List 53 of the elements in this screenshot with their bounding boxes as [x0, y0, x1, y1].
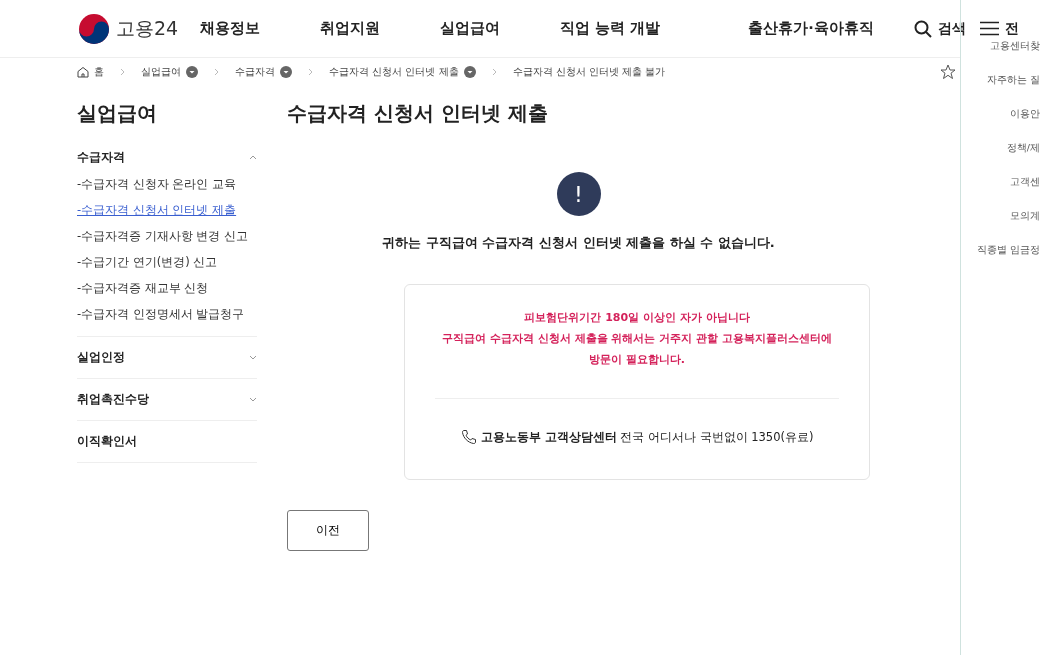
- sidebar-title: 실업급여: [77, 100, 158, 127]
- dropdown-icon[interactable]: [186, 66, 198, 78]
- phone-icon: [460, 429, 477, 445]
- sidebar-item[interactable]: -수급기간 연기(변경) 신고: [77, 255, 257, 270]
- page-title: 수급자격 신청서 인터넷 제출: [287, 100, 549, 127]
- back-button[interactable]: 이전: [287, 510, 369, 551]
- home-icon[interactable]: [77, 66, 89, 78]
- menu-button[interactable]: 전: [979, 19, 1019, 38]
- nav-link[interactable]: 직업 능력 개발: [560, 19, 661, 38]
- chevron-icon: [249, 355, 257, 360]
- quick-menu-link[interactable]: 이용안: [1010, 108, 1040, 121]
- chevron-right-icon: [120, 68, 125, 76]
- notice-text: 피보험단위기간 180일 이상인 자가 아닙니다: [523, 310, 751, 326]
- chevron-right-icon: [491, 68, 497, 76]
- breadcrumb-link[interactable]: 실업급여: [141, 65, 181, 79]
- contact-text: 고용노동부 고객상담센터 전국 어디서나 국번없이 1350(유료): [480, 429, 814, 445]
- quick-menu-link[interactable]: 정책/제: [1006, 142, 1040, 155]
- breadcrumb-link[interactable]: 홈: [94, 65, 104, 79]
- bookmark-star-icon[interactable]: [940, 64, 956, 80]
- quick-menu-link[interactable]: 직종별 임금정: [976, 244, 1040, 257]
- chevron-icon: [249, 155, 257, 160]
- nav-link[interactable]: 실업급여: [440, 19, 501, 38]
- breadcrumb-link[interactable]: 수급자격 신청서 인터넷 제출 불가: [512, 65, 666, 79]
- notice-text: 구직급여 수급자격 신청서 제출을 위해서는 거주지 관할 고용복지플러스센터에 방문이 필요합니다.: [441, 331, 833, 368]
- quick-menu-link[interactable]: 자주하는 질: [986, 74, 1040, 87]
- logo-text[interactable]: 고용24: [116, 15, 179, 42]
- quick-menu-link[interactable]: 고용센터찾: [990, 40, 1040, 53]
- logo-icon[interactable]: [78, 12, 110, 45]
- alert-icon: !: [556, 172, 601, 216]
- breadcrumb-link[interactable]: 수급자격 신청서 인터넷 제출: [329, 65, 459, 79]
- sidebar-section[interactable]: 실업인정: [77, 349, 257, 366]
- nav-link[interactable]: 취업지원: [320, 19, 381, 38]
- menu-icon: [979, 21, 999, 36]
- sidebar-item[interactable]: -수급자격증 재교부 신청: [77, 281, 257, 296]
- chevron-icon: [249, 397, 257, 402]
- breadcrumb-link[interactable]: 수급자격: [235, 65, 275, 79]
- quick-menu-link[interactable]: 고객센: [1010, 176, 1040, 189]
- dropdown-icon[interactable]: [280, 66, 292, 78]
- alert-message: 귀하는 구직급여 수급자격 신청서 인터넷 제출을 하실 수 없습니다.: [381, 234, 776, 252]
- sidebar-section[interactable]: 이직확인서: [77, 433, 257, 450]
- sidebar-item[interactable]: -수급자격 신청자 온라인 교육: [77, 177, 257, 192]
- nav-link[interactable]: 채용정보: [200, 19, 261, 38]
- search-icon: [913, 19, 932, 38]
- sidebar-item[interactable]: -수급자격 신청서 인터넷 제출: [77, 203, 257, 218]
- sidebar-item[interactable]: -수급자격 인정명세서 발급청구: [77, 307, 257, 322]
- chevron-right-icon: [308, 68, 313, 76]
- quick-menu-link[interactable]: 모의계: [1010, 210, 1040, 223]
- sidebar-section[interactable]: 수급자격: [77, 149, 257, 166]
- chevron-right-icon: [214, 68, 219, 76]
- sidebar-section[interactable]: 취업촉진수당: [77, 391, 257, 408]
- nav-link[interactable]: 출산휴가·육아휴직: [748, 19, 874, 38]
- sidebar-item[interactable]: -수급자격증 기재사항 변경 신고: [77, 229, 257, 244]
- dropdown-icon[interactable]: [463, 66, 476, 78]
